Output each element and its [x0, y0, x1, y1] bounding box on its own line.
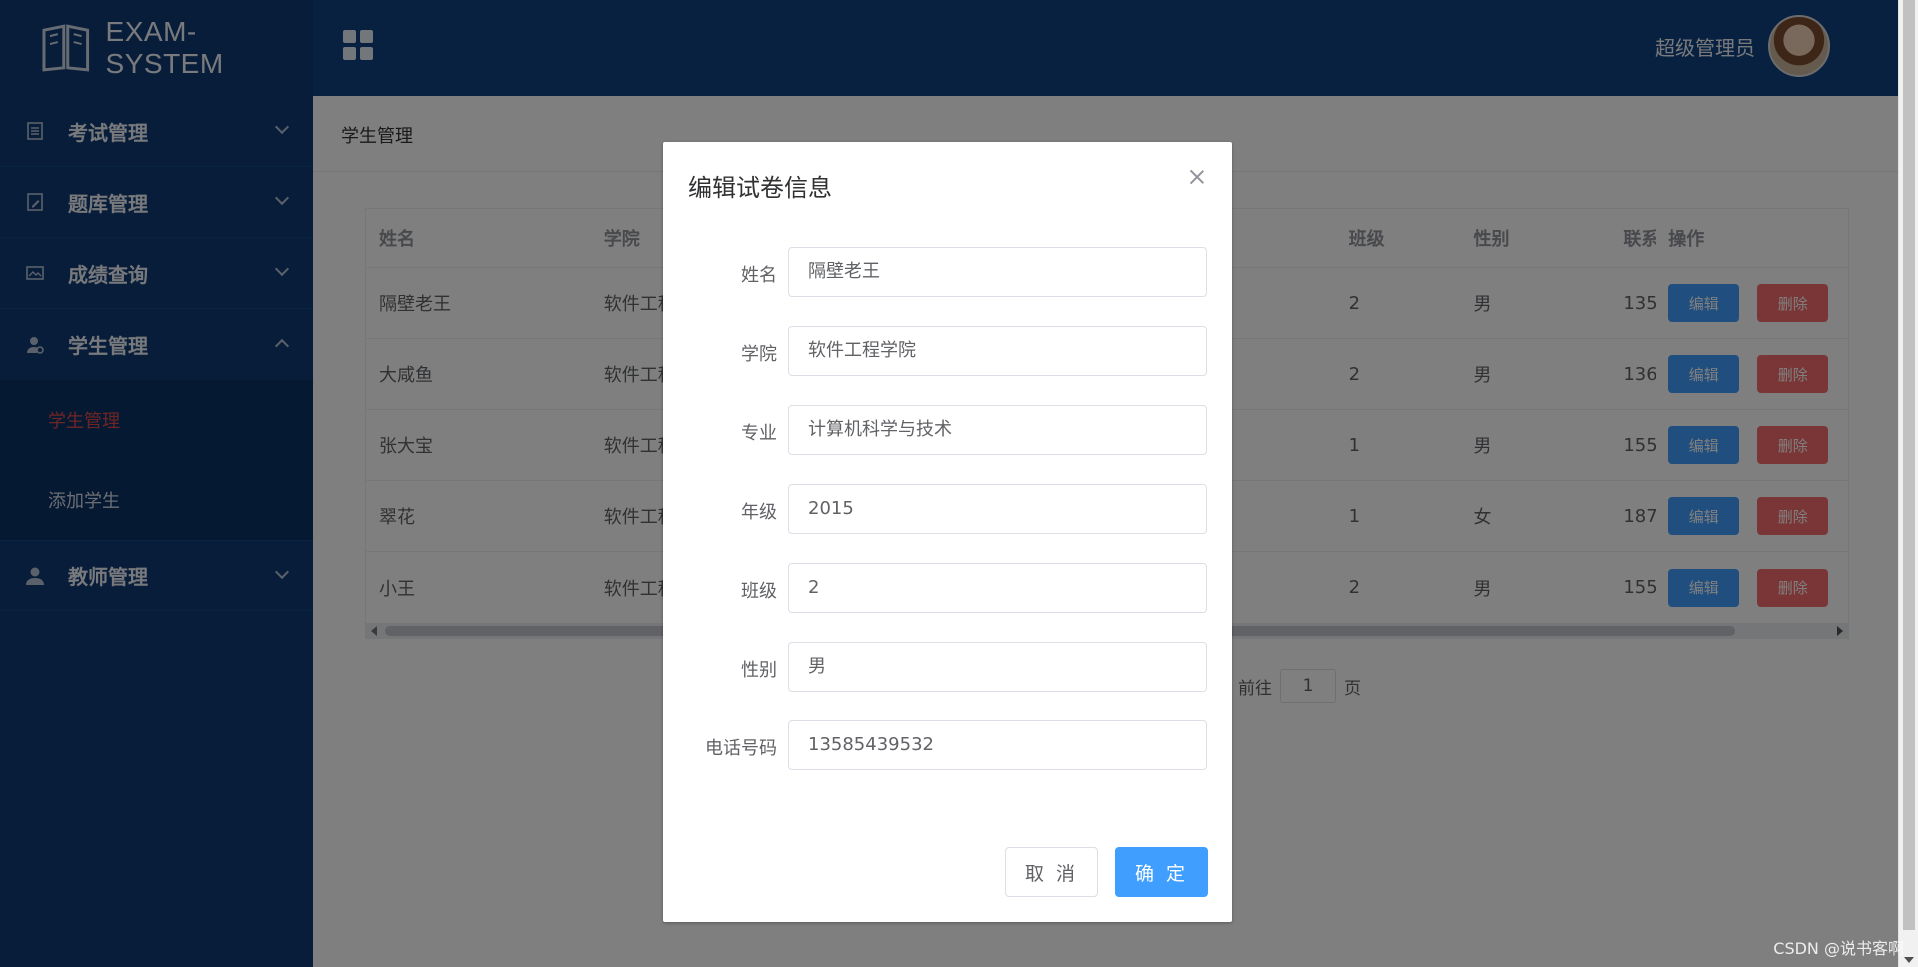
watermark: CSDN @说书客啊: [1773, 939, 1904, 958]
grade-input[interactable]: 2015: [788, 484, 1207, 534]
field-label-phone: 电话号码: [705, 738, 777, 759]
dialog-title: 编辑试卷信息: [688, 174, 832, 202]
scroll-down-icon[interactable]: [1904, 957, 1914, 963]
form-row-class: 班级 2: [663, 563, 1232, 615]
field-label-gender: 性别: [741, 660, 777, 681]
phone-input[interactable]: 13585439532: [788, 720, 1207, 770]
college-input[interactable]: 软件工程学院: [788, 326, 1207, 376]
gender-input[interactable]: 男: [788, 642, 1207, 692]
cancel-button[interactable]: 取 消: [1005, 847, 1098, 897]
form-row-name: 姓名 隔壁老王: [663, 247, 1232, 299]
confirm-button[interactable]: 确 定: [1115, 847, 1208, 897]
field-label-grade: 年级: [741, 502, 777, 523]
close-icon[interactable]: [1188, 168, 1206, 186]
field-label-class: 班级: [741, 581, 777, 602]
form-row-college: 学院 软件工程学院: [663, 326, 1232, 378]
field-label-name: 姓名: [741, 265, 777, 286]
form-row-major: 专业 计算机科学与技术: [663, 405, 1232, 457]
class-input[interactable]: 2: [788, 563, 1207, 613]
major-input[interactable]: 计算机科学与技术: [788, 405, 1207, 455]
field-label-college: 学院: [741, 344, 777, 365]
edit-dialog: 编辑试卷信息 姓名 隔壁老王 学院 软件工程学院 专业 计算机科学与技术 年级 …: [663, 142, 1232, 922]
form-row-grade: 年级 2015: [663, 484, 1232, 536]
page-vertical-scrollbar[interactable]: [1898, 0, 1918, 967]
form-row-phone: 电话号码 13585439532: [663, 720, 1232, 772]
form-row-gender: 性别 男: [663, 642, 1232, 694]
name-input[interactable]: 隔壁老王: [788, 247, 1207, 297]
scrollbar-thumb[interactable]: [1903, 0, 1915, 930]
field-label-major: 专业: [741, 423, 777, 444]
